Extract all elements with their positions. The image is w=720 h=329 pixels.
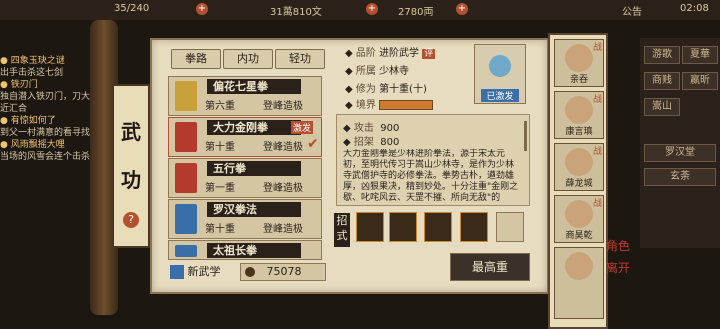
- side-text-leave[interactable]: 离开: [606, 257, 630, 279]
- right-menu-button[interactable]: 嵩山: [644, 98, 680, 116]
- skill-peak: 登峰造极: [263, 224, 303, 235]
- skill-name: 罗汉拳法: [207, 202, 301, 217]
- combat-tag: 战: [592, 199, 602, 209]
- tab-internal[interactable]: 内功: [223, 49, 273, 69]
- tab-lightness[interactable]: 轻功: [275, 49, 325, 69]
- skill-points-field: 75078: [240, 263, 326, 281]
- cultivation-row: ◆ 修为 第十重(十): [345, 84, 427, 95]
- roster-character[interactable]: 战 薛龙城: [554, 143, 604, 191]
- clock: 02:08: [680, 3, 709, 14]
- skill-name: 五行拳: [207, 161, 301, 176]
- character-portrait: [565, 44, 593, 72]
- title-char-1: 武: [121, 120, 141, 144]
- title-char-2: 功: [121, 168, 141, 192]
- help-icon[interactable]: ?: [123, 212, 139, 228]
- coins-value: 31萬810文: [270, 7, 322, 18]
- mastered-badge: 已激发: [481, 89, 519, 102]
- character-name: 康言瑱: [565, 127, 593, 137]
- character-portrait: [565, 252, 593, 280]
- skill-peak: 登峰造极: [263, 142, 303, 153]
- skill-book-icon: [175, 81, 197, 111]
- stamina-value: 35/240: [114, 3, 150, 14]
- realm-row: ◆ 境界: [345, 96, 434, 111]
- roster-character[interactable]: [554, 247, 604, 319]
- skill-book-icon: [175, 245, 197, 257]
- add-gold-button[interactable]: +: [456, 3, 468, 15]
- new-skill-button[interactable]: 新武学: [170, 263, 221, 279]
- combat-tag: 战: [592, 95, 602, 105]
- combat-tag: 战: [592, 147, 602, 157]
- activated-badge: 激发: [291, 121, 314, 134]
- right-submenu-button[interactable]: 罗汉堂: [644, 144, 716, 162]
- tab-boxing[interactable]: 拳路: [171, 49, 221, 69]
- skill-item[interactable]: 罗汉拳法 第十重 登峰造极: [168, 199, 322, 239]
- move-slot-empty[interactable]: [496, 212, 524, 242]
- skill-description-panel: ◆ 攻击 900 ◆ 招架 800 大力金刚拳是少林进阶拳法，源于宋太元初，至明…: [336, 114, 530, 206]
- roster-character[interactable]: 战 亲吞: [554, 39, 604, 87]
- right-submenu-button[interactable]: 玄荼: [644, 168, 716, 186]
- skill-item[interactable]: 偏花七星拳 第六重 登峰造极: [168, 76, 322, 116]
- roster-character[interactable]: 战 商昊乾: [554, 195, 604, 243]
- right-menu-button[interactable]: 游歌: [644, 46, 680, 64]
- move-slot[interactable]: [356, 212, 384, 242]
- notice-link[interactable]: 公告: [622, 3, 642, 18]
- character-name: 薛龙城: [565, 179, 593, 189]
- gold-value: 2780両: [398, 7, 434, 18]
- grade-row: ◆ 品阶 进阶武学 评: [345, 48, 436, 59]
- new-skill-icon: [170, 265, 184, 279]
- skill-book-icon: [175, 122, 197, 152]
- skill-points-value: 75078: [266, 265, 302, 278]
- skill-peak: 登峰造极: [263, 101, 303, 112]
- right-menu-button[interactable]: 商贱: [644, 72, 680, 90]
- side-text-role[interactable]: 角色: [606, 235, 630, 257]
- character-roster: 战 亲吞 战 康言瑱 战 薛龙城 战 商昊乾: [548, 33, 608, 329]
- skill-level: 第六重: [205, 101, 235, 112]
- add-coins-button[interactable]: +: [366, 3, 378, 15]
- right-menu-button[interactable]: 嬴昕: [682, 72, 718, 90]
- character-portrait: [565, 148, 593, 176]
- monk-portrait: 已激发: [474, 44, 526, 104]
- skill-peak: 登峰造极: [263, 183, 303, 194]
- skill-book-icon: [175, 204, 197, 234]
- skill-item[interactable]: 太祖长拳: [168, 240, 322, 260]
- max-level-button[interactable]: 最高重: [450, 253, 530, 281]
- skill-level: 第十重: [205, 224, 235, 235]
- move-slot[interactable]: [460, 212, 488, 242]
- points-icon: [245, 267, 255, 277]
- character-portrait: [565, 96, 593, 124]
- school-row: ◆ 所属 少林寺: [345, 66, 410, 77]
- skill-name: 偏花七星拳: [207, 79, 301, 94]
- combat-tag: 战: [592, 43, 602, 53]
- side-menu-text[interactable]: 角色 离开: [606, 235, 630, 279]
- monk-avatar-icon: [489, 55, 511, 77]
- skill-item-selected[interactable]: 大力金刚拳 激发 第十重 登峰造极 ✔: [168, 117, 322, 157]
- right-menu: [640, 38, 720, 248]
- martial-arts-scroll-title: 武 功 ?: [112, 84, 150, 248]
- skill-name: 大力金刚拳: [207, 120, 301, 135]
- character-portrait: [565, 200, 593, 228]
- new-skill-label: 新武学: [187, 265, 221, 278]
- add-stamina-button[interactable]: +: [196, 3, 208, 15]
- description-scrollbar[interactable]: [524, 121, 527, 151]
- skill-level: 第十重: [205, 142, 235, 153]
- top-status-bar: 35/240 + 31萬810文 + 2780両 + 公告 02:08: [0, 0, 720, 20]
- realm-bar: [379, 100, 434, 110]
- skill-item[interactable]: 五行拳 第一重 登峰造极: [168, 158, 322, 198]
- parry-row: ◆ 招架 800: [343, 137, 400, 148]
- character-name: 亲吞: [569, 75, 588, 85]
- move-slot[interactable]: [389, 212, 417, 242]
- attack-row: ◆ 攻击 900: [343, 123, 400, 134]
- skill-book-icon: [175, 163, 197, 193]
- skill-description: 大力金刚拳是少林进阶拳法，源于宋太元初，至明代传习于嵩山少林寺，是作为少林寺武僧…: [343, 149, 519, 203]
- skill-level: 第一重: [205, 183, 235, 194]
- right-menu-button[interactable]: 夏華: [682, 46, 718, 64]
- checkmark-icon: ✔: [307, 136, 319, 152]
- character-name: 商昊乾: [565, 231, 593, 241]
- move-slot[interactable]: [424, 212, 452, 242]
- roster-character[interactable]: 战 康言瑱: [554, 91, 604, 139]
- moves-label: 招式: [334, 213, 350, 247]
- skill-name: 太祖长拳: [207, 243, 301, 258]
